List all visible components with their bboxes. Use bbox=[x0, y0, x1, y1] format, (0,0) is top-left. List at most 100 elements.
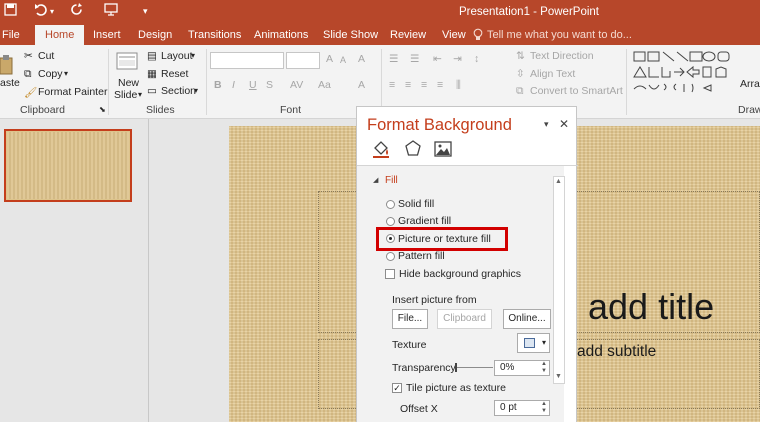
pattern-fill-label[interactable]: Pattern fill bbox=[398, 250, 445, 262]
align-center-icon[interactable]: ≡ bbox=[405, 79, 411, 91]
layout-dropdown-icon[interactable]: ▾ bbox=[191, 51, 195, 60]
spinner-arrows-icon[interactable]: ▲ ▼ bbox=[541, 361, 547, 375]
section-button[interactable]: Section bbox=[161, 85, 196, 97]
close-icon[interactable]: ✕ bbox=[559, 117, 569, 131]
justify-icon[interactable]: ≡ bbox=[437, 79, 443, 91]
format-painter-button[interactable]: Format Painter bbox=[38, 86, 107, 98]
tab-design[interactable]: Design bbox=[138, 29, 172, 41]
bold-button[interactable]: B bbox=[214, 79, 222, 91]
grow-font-icon[interactable]: A bbox=[326, 53, 333, 65]
convert-smartart-button[interactable]: Convert to SmartArt bbox=[530, 85, 623, 97]
clipboard-button[interactable]: Clipboard bbox=[437, 309, 492, 329]
spinner-arrows-icon[interactable]: ▲ ▼ bbox=[541, 401, 547, 415]
slide-thumbnail-1[interactable] bbox=[4, 129, 132, 202]
window-title: Presentation1 - PowerPoint bbox=[459, 6, 599, 18]
align-text-icon: ⇳ bbox=[516, 68, 525, 80]
online-button[interactable]: Online... bbox=[503, 309, 551, 329]
gradient-fill-radio[interactable] bbox=[386, 217, 395, 226]
transparency-slider[interactable] bbox=[455, 363, 493, 372]
new-slide-button[interactable]: New bbox=[118, 77, 139, 89]
change-case-button[interactable]: Aa bbox=[318, 79, 331, 91]
undo-dropdown-icon[interactable]: ▾ bbox=[50, 7, 54, 16]
increase-indent-icon[interactable]: ⇥ bbox=[453, 53, 462, 65]
offset-x-spinner[interactable]: 0 pt ▲ ▼ bbox=[494, 400, 550, 416]
section-dropdown-icon[interactable]: ▾ bbox=[194, 86, 198, 95]
scroll-up-icon[interactable]: ▲ bbox=[555, 178, 562, 185]
tab-animations[interactable]: Animations bbox=[254, 29, 308, 41]
offset-x-value[interactable]: 0 pt bbox=[500, 402, 517, 413]
pattern-fill-radio[interactable] bbox=[386, 252, 395, 261]
decrease-indent-icon[interactable]: ⇤ bbox=[433, 53, 442, 65]
tab-home[interactable]: Home bbox=[35, 25, 85, 45]
line-spacing-icon[interactable]: ↕ bbox=[474, 53, 479, 65]
text-direction-icon: ⇅ bbox=[516, 50, 525, 62]
columns-icon[interactable]: ⫼ bbox=[456, 79, 461, 92]
align-text-button[interactable]: Align Text bbox=[530, 68, 575, 80]
tab-insert[interactable]: Insert bbox=[93, 29, 121, 41]
slide-subtitle[interactable]: add subtitle bbox=[577, 343, 656, 361]
shrink-font-icon[interactable]: A bbox=[340, 55, 346, 65]
layout-button[interactable]: Layout bbox=[161, 50, 193, 62]
tile-picture-label[interactable]: Tile picture as texture bbox=[406, 382, 506, 394]
font-color-button[interactable]: A bbox=[358, 79, 365, 91]
tab-file[interactable]: File bbox=[2, 29, 20, 41]
underline-button[interactable]: U bbox=[249, 79, 257, 91]
customize-qat-icon[interactable]: ▾ bbox=[143, 6, 148, 17]
undo-icon[interactable] bbox=[34, 3, 48, 19]
pane-options-icon[interactable]: ▾ bbox=[544, 119, 549, 130]
font-size-field[interactable] bbox=[286, 52, 320, 69]
drawing-group-label: Draw bbox=[738, 104, 760, 116]
group-separator bbox=[626, 49, 627, 115]
collapse-fill-icon[interactable]: ◢ bbox=[373, 176, 378, 184]
shapes-gallery[interactable] bbox=[632, 49, 732, 99]
scroll-down-icon[interactable]: ▼ bbox=[555, 373, 562, 380]
new-slide-label: Slide bbox=[114, 89, 138, 101]
tab-slide-show[interactable]: Slide Show bbox=[323, 29, 378, 41]
redo-icon[interactable] bbox=[70, 3, 83, 19]
tab-transitions[interactable]: Transitions bbox=[188, 29, 241, 41]
texture-picker[interactable]: ▾ bbox=[517, 333, 550, 353]
ribbon-tabs: File Home Insert Design Transitions Anim… bbox=[0, 25, 760, 45]
solid-fill-radio[interactable] bbox=[386, 200, 395, 209]
present-icon[interactable] bbox=[104, 3, 118, 19]
gradient-fill-label[interactable]: Gradient fill bbox=[398, 215, 451, 227]
tab-review[interactable]: Review bbox=[390, 29, 426, 41]
hide-background-checkbox[interactable] bbox=[385, 269, 395, 279]
hide-background-label[interactable]: Hide background graphics bbox=[399, 268, 521, 280]
save-icon[interactable] bbox=[4, 3, 17, 19]
copy-button[interactable]: Copy bbox=[38, 68, 63, 80]
reset-button[interactable]: Reset bbox=[161, 68, 188, 80]
transparency-spinner[interactable]: 0% ▲ ▼ bbox=[494, 360, 550, 376]
clipboard-launcher-icon[interactable]: ⬊ bbox=[99, 105, 106, 114]
align-left-icon[interactable]: ≡ bbox=[389, 79, 395, 91]
italic-button[interactable]: I bbox=[232, 79, 235, 91]
arrange-button[interactable]: Arra bbox=[740, 78, 760, 90]
strike-button[interactable]: S bbox=[266, 79, 273, 91]
file-button[interactable]: File... bbox=[392, 309, 428, 329]
fill-section-header[interactable]: Fill bbox=[385, 175, 398, 186]
fill-tab-icon[interactable] bbox=[371, 139, 391, 159]
transparency-value[interactable]: 0% bbox=[500, 362, 514, 373]
bullets-icon[interactable]: ☰ bbox=[389, 53, 398, 65]
paste-button[interactable]: aste bbox=[0, 77, 20, 89]
numbering-icon[interactable]: ☰ bbox=[410, 53, 419, 65]
align-right-icon[interactable]: ≡ bbox=[421, 79, 427, 91]
slide-title[interactable]: add title bbox=[588, 286, 714, 328]
pane-divider[interactable] bbox=[148, 119, 149, 422]
clear-format-icon[interactable]: A bbox=[358, 53, 365, 65]
char-spacing-button[interactable]: AV bbox=[290, 79, 303, 91]
copy-dropdown-icon[interactable]: ▾ bbox=[64, 69, 68, 78]
tile-picture-checkbox[interactable]: ✓ bbox=[392, 383, 402, 393]
solid-fill-label[interactable]: Solid fill bbox=[398, 198, 434, 210]
pane-scrollbar[interactable]: ▲ ▼ bbox=[553, 176, 565, 384]
texture-label: Texture bbox=[392, 339, 427, 351]
cut-button[interactable]: Cut bbox=[38, 50, 54, 62]
tab-view[interactable]: View bbox=[442, 29, 466, 41]
new-slide-dropdown-icon[interactable]: ▾ bbox=[138, 90, 142, 99]
tell-me-search[interactable]: Tell me what you want to do... bbox=[487, 29, 632, 41]
font-name-field[interactable] bbox=[210, 52, 284, 69]
effects-tab-icon[interactable] bbox=[403, 139, 423, 159]
text-direction-button[interactable]: Text Direction bbox=[530, 50, 594, 62]
transparency-slider-thumb[interactable] bbox=[455, 363, 457, 372]
picture-tab-icon[interactable] bbox=[433, 139, 453, 159]
